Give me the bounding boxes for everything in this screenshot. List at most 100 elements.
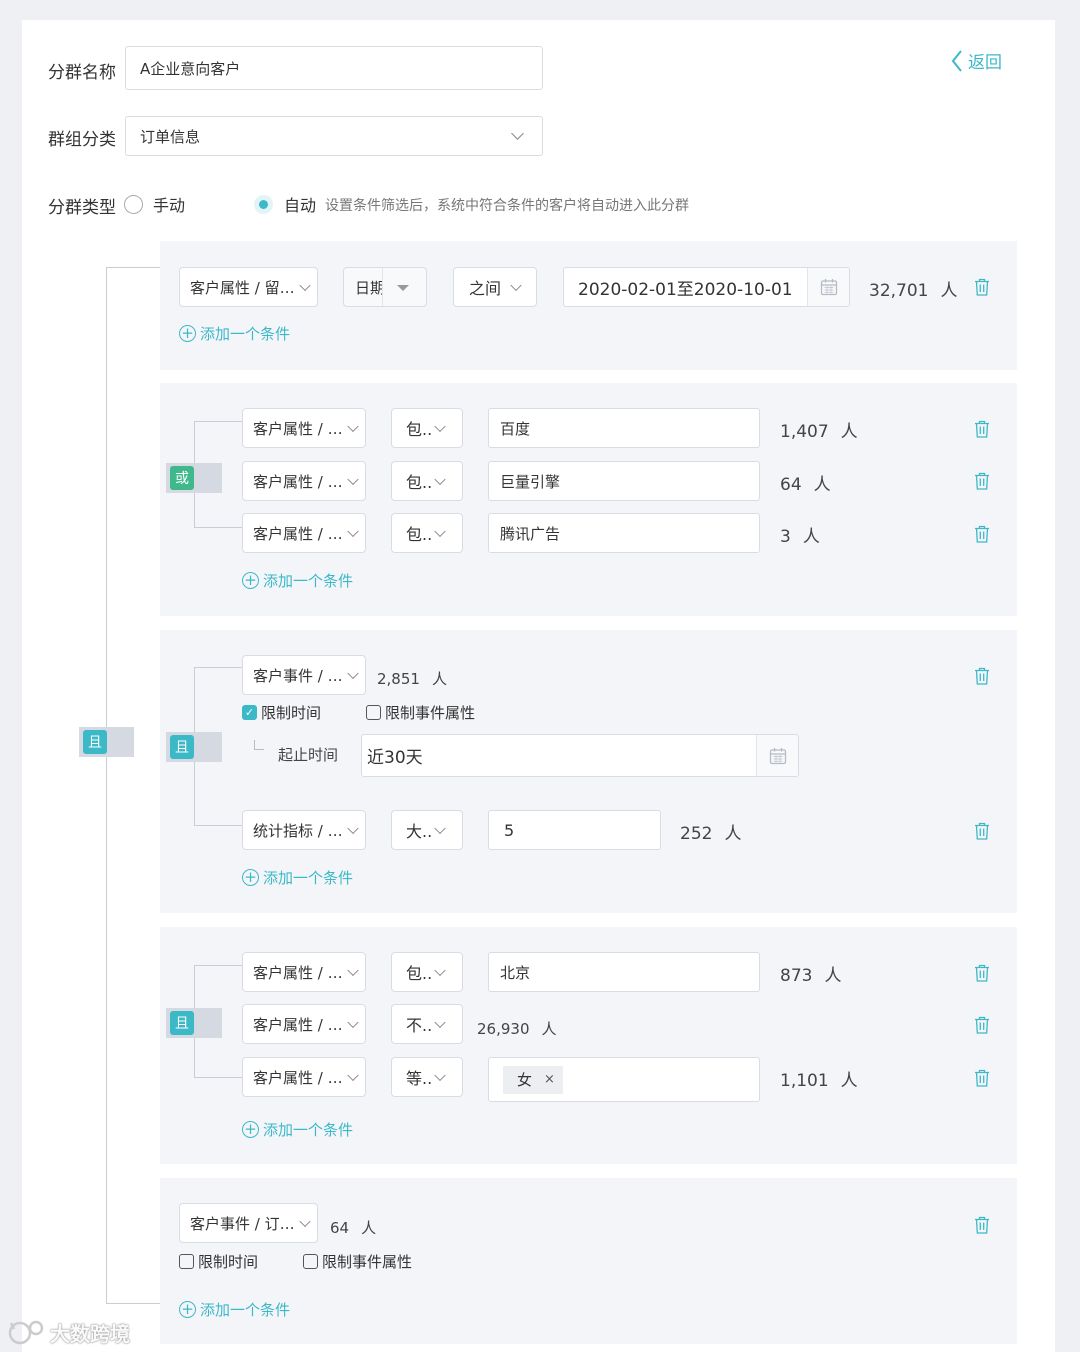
- plus-circle-icon: +: [242, 1121, 259, 1138]
- trash-icon[interactable]: [974, 667, 990, 685]
- value-input[interactable]: 腾讯广告: [488, 513, 760, 553]
- value-text: 腾讯广告: [500, 524, 561, 543]
- event-select[interactable]: 客户事件 / …: [242, 655, 366, 695]
- field-select-value: 客户属性 / 留…: [190, 278, 295, 297]
- checkbox-icon: [303, 1254, 318, 1269]
- and-tag[interactable]: 且: [166, 732, 222, 762]
- date-type-select[interactable]: 日期: [343, 267, 427, 307]
- radio-manual-label: 手动: [153, 196, 186, 215]
- match-count: 252 人: [680, 824, 742, 844]
- operator-value: 包..: [406, 473, 433, 492]
- operator-select[interactable]: 大..: [391, 810, 463, 850]
- or-tag[interactable]: 或: [166, 463, 222, 493]
- event-select-value: 客户事件 / …: [253, 666, 343, 685]
- add-condition-button[interactable]: + 添加一个条件: [242, 1119, 353, 1140]
- time-range-input[interactable]: 近30天: [361, 734, 799, 777]
- chevron-down-icon: [347, 1069, 359, 1082]
- limit-attr-label: 限制事件属性: [322, 1253, 413, 1271]
- field-select[interactable]: 客户属性 / …: [242, 1004, 366, 1044]
- operator-select[interactable]: 包..: [391, 461, 463, 501]
- trash-icon[interactable]: [974, 472, 990, 490]
- trash-icon[interactable]: [974, 525, 990, 543]
- caret-down-icon: [397, 285, 409, 291]
- event-select[interactable]: 客户事件 / 订…: [179, 1203, 318, 1243]
- group-category-value: 订单信息: [140, 127, 201, 146]
- add-condition-label: 添加一个条件: [200, 1301, 291, 1319]
- segment-type-hint: 设置条件筛选后，系统中符合条件的客户将自动进入此分群: [325, 198, 689, 214]
- plus-circle-icon: +: [242, 869, 259, 886]
- group-category-select[interactable]: 订单信息: [125, 116, 543, 156]
- value-input[interactable]: 巨量引擎: [488, 461, 760, 501]
- value-input[interactable]: 百度: [488, 408, 760, 448]
- trash-icon[interactable]: [974, 964, 990, 982]
- limit-time-checkbox[interactable]: 限制时间: [179, 1251, 258, 1272]
- match-count: 26,930 人: [477, 1020, 557, 1038]
- chevron-left-icon: [951, 49, 962, 72]
- multi-value-input[interactable]: 女 ×: [488, 1057, 760, 1102]
- add-condition-button[interactable]: + 添加一个条件: [179, 323, 290, 344]
- operator-value: 不..: [406, 1016, 433, 1035]
- field-select[interactable]: 客户属性 / …: [242, 513, 366, 553]
- chevron-down-icon: [299, 279, 311, 292]
- metric-select[interactable]: 统计指标 / …: [242, 810, 366, 850]
- field-select[interactable]: 客户属性 / …: [242, 408, 366, 448]
- field-select-value: 客户属性 / …: [253, 419, 343, 438]
- trash-icon[interactable]: [974, 822, 990, 840]
- date-range-input[interactable]: 2020-02-01至2020-10-01: [563, 267, 850, 307]
- operator-value: 等..: [406, 1069, 433, 1088]
- trash-icon[interactable]: [974, 1016, 990, 1034]
- trash-icon[interactable]: [974, 278, 990, 296]
- add-condition-label: 添加一个条件: [263, 572, 354, 590]
- watermark-text: 大数跨境: [50, 1322, 130, 1346]
- chevron-down-icon: [434, 525, 446, 538]
- field-select[interactable]: 客户属性 / 留…: [179, 267, 318, 307]
- limit-attr-checkbox[interactable]: 限制事件属性: [303, 1251, 412, 1272]
- trash-icon[interactable]: [974, 420, 990, 438]
- radio-manual[interactable]: 手动: [124, 192, 185, 216]
- add-condition-button[interactable]: + 添加一个条件: [242, 867, 353, 888]
- add-condition-button[interactable]: + 添加一个条件: [242, 570, 353, 591]
- chevron-down-icon: [347, 667, 359, 680]
- field-select[interactable]: 客户属性 / …: [242, 1057, 366, 1097]
- operator-select[interactable]: 包..: [391, 513, 463, 553]
- segment-name-input[interactable]: A企业意向客户: [125, 46, 543, 90]
- operator-select[interactable]: 之间: [453, 267, 537, 307]
- limit-time-label: 限制时间: [261, 704, 322, 722]
- back-link[interactable]: 返回: [950, 48, 1002, 73]
- tree-branch: [194, 1077, 242, 1078]
- trash-icon[interactable]: [974, 1069, 990, 1087]
- checkbox-icon: [366, 705, 381, 720]
- limit-time-checkbox[interactable]: ✓ 限制时间: [242, 702, 321, 723]
- add-condition-button[interactable]: + 添加一个条件: [179, 1299, 290, 1320]
- and-tag[interactable]: 且: [166, 1008, 222, 1038]
- value-chip: 女 ×: [503, 1065, 563, 1094]
- segment-type-label: 分群类型: [48, 198, 116, 218]
- calendar-icon[interactable]: [756, 735, 798, 776]
- chevron-down-icon: [347, 822, 359, 835]
- outer-and-tag[interactable]: 且: [79, 727, 134, 757]
- start-end-label: 起止时间: [278, 746, 339, 764]
- chip-close-icon[interactable]: ×: [544, 1072, 555, 1087]
- operator-select[interactable]: 包..: [391, 952, 463, 992]
- plus-circle-icon: +: [179, 1301, 196, 1318]
- check-icon: ✓: [242, 705, 257, 720]
- chevron-down-icon: [434, 1016, 446, 1029]
- operator-select[interactable]: 不..: [391, 1004, 463, 1044]
- date-range-value: 2020-02-01至2020-10-01: [578, 279, 793, 300]
- field-select[interactable]: 客户属性 / …: [242, 952, 366, 992]
- operator-select[interactable]: 等..: [391, 1057, 463, 1097]
- field-select[interactable]: 客户属性 / …: [242, 461, 366, 501]
- operator-select[interactable]: 包..: [391, 408, 463, 448]
- event-select-value: 客户事件 / 订…: [190, 1214, 295, 1233]
- limit-attr-checkbox[interactable]: 限制事件属性: [366, 702, 475, 723]
- field-select-value: 客户属性 / …: [253, 1068, 343, 1087]
- field-select-value: 客户属性 / …: [253, 963, 343, 982]
- checkbox-icon: [179, 1254, 194, 1269]
- trash-icon[interactable]: [974, 1216, 990, 1234]
- operator-value: 包..: [406, 420, 433, 439]
- calendar-icon[interactable]: [807, 268, 849, 306]
- radio-auto[interactable]: 自动: [254, 192, 316, 216]
- chevron-down-icon: [347, 1016, 359, 1029]
- metric-value-input[interactable]: 5: [488, 810, 661, 850]
- value-input[interactable]: 北京: [488, 952, 760, 992]
